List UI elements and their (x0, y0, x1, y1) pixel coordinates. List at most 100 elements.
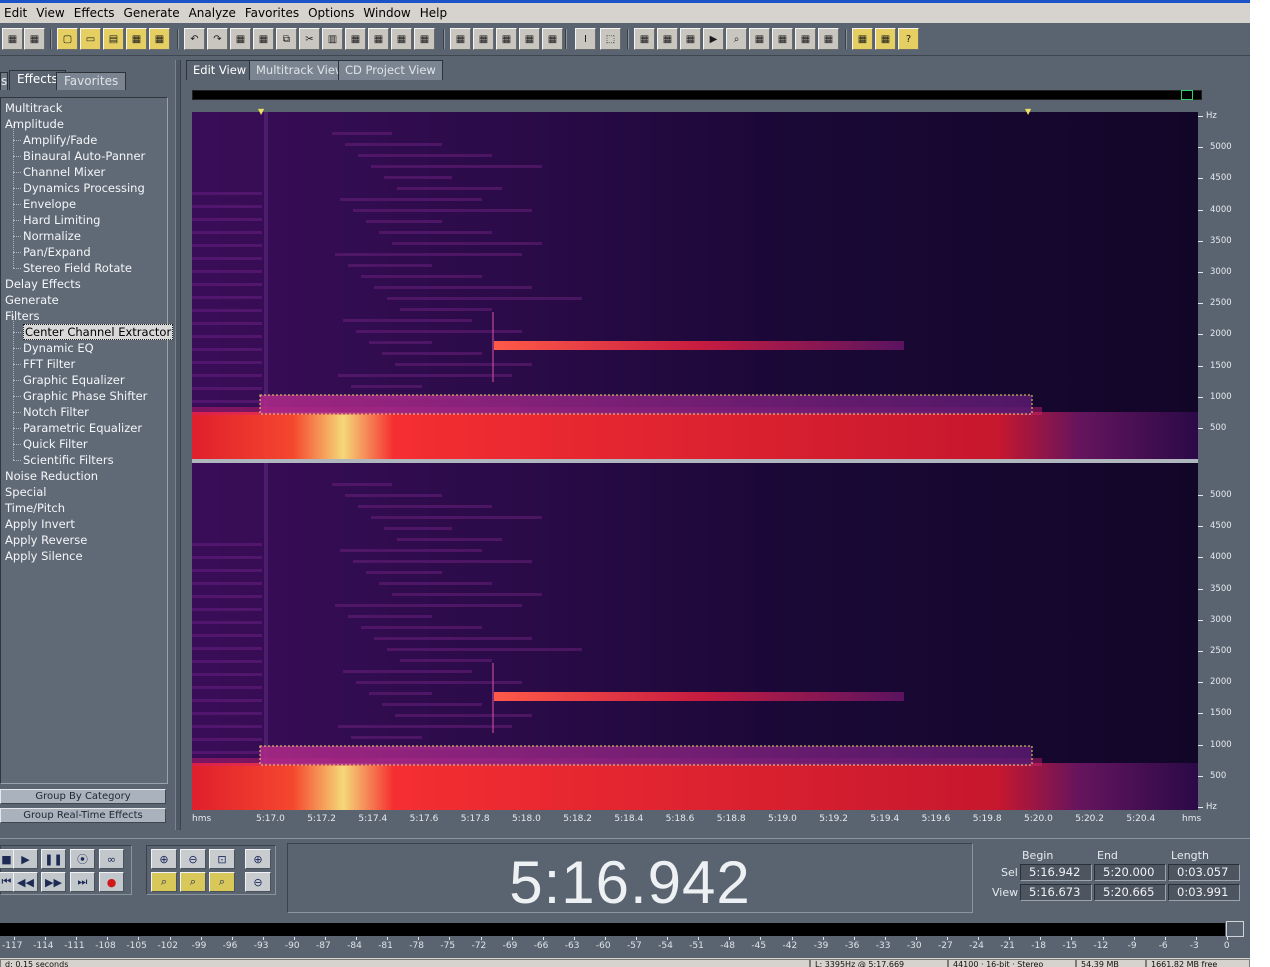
cue-button[interactable]: ▦ (795, 28, 816, 50)
spectrogram[interactable]: ▼▼▲▲ (187, 82, 1202, 812)
tree-item-dynamics-processing[interactable]: Dynamics Processing (23, 180, 145, 196)
cd-button[interactable]: ▦ (24, 28, 45, 50)
time-tool-button[interactable]: I (575, 28, 596, 50)
tree-item-special[interactable]: Special (5, 484, 46, 500)
menu-help[interactable]: Help (416, 3, 452, 23)
tree-item-time-pitch[interactable]: Time/Pitch (5, 500, 65, 516)
sel-length-field[interactable]: 0:03.057 (1168, 864, 1240, 881)
tree-item-parametric-equalizer[interactable]: Parametric Equalizer (23, 420, 142, 436)
tab-multitrack-view[interactable]: Multitrack View (249, 60, 352, 80)
effects-tree[interactable]: Multitrack Amplitude Amplify/Fade Binaural … (0, 97, 174, 784)
tree-item-envelope[interactable]: Envelope (23, 196, 76, 212)
record-button[interactable]: ● (99, 872, 124, 892)
menu-edit[interactable]: Edit (0, 3, 32, 23)
zoom-full-button[interactable]: ⊡ (209, 849, 235, 869)
multichannel-button[interactable]: ▦ (542, 28, 563, 50)
display-3-button[interactable]: ▦ (680, 28, 701, 50)
time-ruler[interactable]: hms 5:17.0 5:17.2 5:17.4 5:17.6 5:17.8 5:18.0 5… (192, 811, 1202, 827)
tree-item-quick-filter[interactable]: Quick Filter (23, 436, 88, 452)
fast-forward-button[interactable]: ▶▶ (41, 872, 66, 892)
save-all-button[interactable]: ▦ (126, 28, 147, 50)
sel-end-field[interactable]: 5:20.000 (1094, 864, 1166, 881)
tools-1-button[interactable]: ▦ (852, 28, 873, 50)
menu-favorites[interactable]: Favorites (241, 3, 304, 23)
tab-files[interactable]: s (0, 72, 8, 90)
display-2-button[interactable]: ▦ (657, 28, 678, 50)
tab-favorites[interactable]: Favorites (56, 72, 127, 90)
spectral-button[interactable]: ▦ (473, 28, 494, 50)
properties-button[interactable]: ▦ (149, 28, 170, 50)
tree-item-generate[interactable]: Generate (5, 292, 59, 308)
view-begin-field[interactable]: 5:16.673 (1020, 884, 1092, 901)
view-length-field[interactable]: 0:03.991 (1168, 884, 1240, 901)
tree-item-channel-mixer[interactable]: Channel Mixer (23, 164, 105, 180)
tools-2-button[interactable]: ▦ (875, 28, 896, 50)
tree-item-center-channel-extractor[interactable]: Center Channel Extractor (23, 324, 174, 340)
tree-item-hard-limiting[interactable]: Hard Limiting (23, 212, 100, 228)
copy-button[interactable]: ⧉ (276, 28, 297, 50)
meter-peak-indicator[interactable] (1226, 921, 1244, 937)
tree-item-dynamic-eq[interactable]: Dynamic EQ (23, 340, 94, 356)
zoom-out-vertical-button[interactable]: ⊖ (245, 872, 271, 892)
select-all-button[interactable]: ▦ (253, 28, 274, 50)
crop-button[interactable]: ▦ (391, 28, 412, 50)
tree-item-amplify-fade[interactable]: Amplify/Fade (23, 132, 97, 148)
waveform-button[interactable]: ▦ (496, 28, 517, 50)
tree-item-apply-reverse[interactable]: Apply Reverse (5, 532, 87, 548)
save-button[interactable]: ▤ (103, 28, 124, 50)
tree-item-apply-silence[interactable]: Apply Silence (5, 548, 83, 564)
tree-item-multitrack[interactable]: Multitrack (5, 100, 62, 116)
snap-button[interactable]: ▦ (772, 28, 793, 50)
spectral-view-button[interactable]: ▦ (519, 28, 540, 50)
menu-generate[interactable]: Generate (120, 3, 185, 23)
zoom-out-button[interactable]: ⊖ (180, 849, 206, 869)
loop-button[interactable]: ∞ (99, 849, 124, 869)
zoom-selection-button[interactable]: ⌕ (209, 872, 235, 892)
tree-item-apply-invert[interactable]: Apply Invert (5, 516, 75, 532)
paste-button[interactable]: ▥ (322, 28, 343, 50)
redo-button[interactable]: ↷ (207, 28, 228, 50)
group-by-category-button[interactable]: Group By Category (0, 789, 166, 804)
zoom-to-right-button[interactable]: ⌕ (180, 872, 206, 892)
display-1-button[interactable]: ▦ (634, 28, 655, 50)
sel-begin-field[interactable]: 5:16.942 (1020, 864, 1092, 881)
tree-item-binaural-auto-panner[interactable]: Binaural Auto-Panner (23, 148, 145, 164)
menu-window[interactable]: Window (359, 3, 415, 23)
repeat-button[interactable]: ▦ (230, 28, 251, 50)
panel-splitter[interactable] (175, 60, 181, 830)
menu-effects[interactable]: Effects (70, 3, 120, 23)
tree-item-pan-expand[interactable]: Pan/Expand (23, 244, 91, 260)
play-sel-button[interactable]: ▶ (703, 28, 724, 50)
mixer-button[interactable]: ▦ (2, 28, 23, 50)
envelope-button[interactable]: ▦ (450, 28, 471, 50)
zoom-to-left-button[interactable]: ⌕ (151, 872, 177, 892)
tab-edit-view[interactable]: Edit View (186, 60, 254, 80)
tree-item-noise-reduction[interactable]: Noise Reduction (5, 468, 98, 484)
new-button[interactable]: ▢ (57, 28, 78, 50)
play-to-end-button[interactable]: ⦿ (70, 849, 95, 869)
mix-button[interactable]: ▦ (414, 28, 435, 50)
tree-item-stereo-field-rotate[interactable]: Stereo Field Rotate (23, 260, 132, 276)
tree-item-notch-filter[interactable]: Notch Filter (23, 404, 89, 420)
zoom-in-vertical-button[interactable]: ⊕ (245, 849, 271, 869)
go-to-end-button[interactable]: ⏭ (70, 872, 95, 892)
zoom-in-button[interactable]: ⊕ (151, 849, 177, 869)
menu-view[interactable]: View (32, 3, 69, 23)
cut-button[interactable]: ✂ (299, 28, 320, 50)
pause-button[interactable]: ❚❚ (41, 849, 66, 869)
tree-item-scientific-filters[interactable]: Scientific Filters (23, 452, 114, 468)
play-button[interactable]: ▶ (13, 849, 38, 869)
marquee-button[interactable]: ⬚ (600, 28, 621, 50)
mix-paste-button[interactable]: ▦ (368, 28, 389, 50)
rewind-button[interactable]: ◀◀ (13, 872, 38, 892)
menu-options[interactable]: Options (304, 3, 359, 23)
tree-item-filters[interactable]: Filters (5, 308, 39, 324)
tab-cd-project-view[interactable]: CD Project View (338, 60, 443, 80)
group-realtime-effects-button[interactable]: Group Real-Time Effects (0, 808, 166, 823)
paste-new-button[interactable]: ▦ (345, 28, 366, 50)
tree-item-fft-filter[interactable]: FFT Filter (23, 356, 75, 372)
tree-item-graphic-equalizer[interactable]: Graphic Equalizer (23, 372, 125, 388)
tree-item-delay-effects[interactable]: Delay Effects (5, 276, 81, 292)
undo-button[interactable]: ↶ (184, 28, 205, 50)
menu-analyze[interactable]: Analyze (185, 3, 241, 23)
